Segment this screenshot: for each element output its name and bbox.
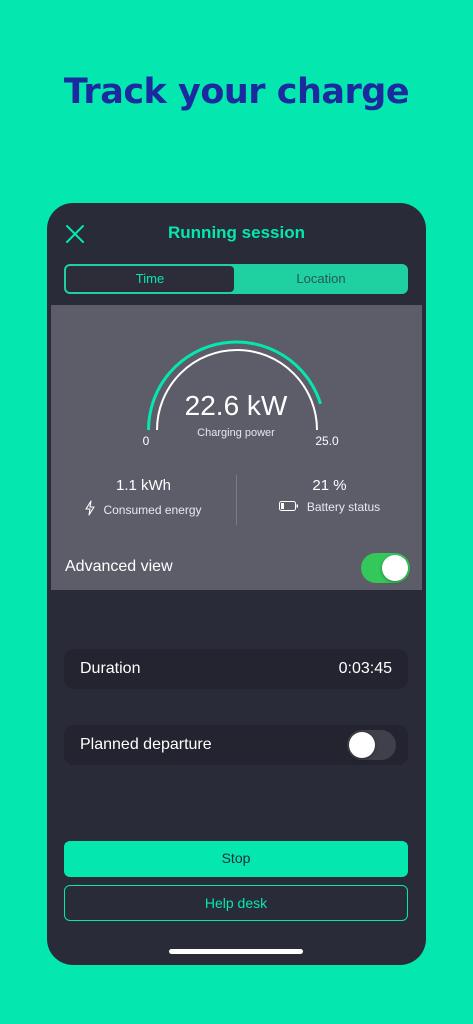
gauge-label: Charging power — [197, 427, 275, 439]
consumed-energy-value: 1.1 kWh — [115, 477, 172, 494]
consumed-energy-stat: 1.1 kWh Consumed energy — [51, 477, 236, 519]
bolt-icon — [85, 500, 96, 519]
duration-row: Duration 0:03:45 — [64, 649, 408, 689]
battery-status-label: Battery status — [306, 500, 381, 514]
consumed-energy-label: Consumed energy — [103, 502, 202, 517]
home-indicator — [169, 949, 303, 954]
tab-time[interactable]: Time — [66, 266, 234, 292]
advanced-view-label: Advanced view — [65, 558, 173, 575]
stop-button[interactable]: Stop — [64, 841, 408, 877]
planned-departure-label: Planned departure — [80, 736, 212, 753]
advanced-view-toggle[interactable] — [361, 553, 410, 583]
nav-bar: Running session — [47, 203, 426, 263]
phone-frame: Running session Time Location 22.6 kW Ch… — [47, 203, 426, 965]
page-headline: Track your charge — [63, 72, 410, 112]
charging-gauge: 22.6 kW Charging power 0 25.0 — [143, 340, 339, 448]
planned-departure-toggle[interactable] — [347, 730, 396, 760]
duration-label: Duration — [80, 660, 141, 677]
nav-title: Running session — [168, 223, 305, 242]
gauge-min-label: 0 — [143, 434, 150, 448]
battery-status-stat: 21 % Battery status — [237, 477, 422, 514]
help-desk-button[interactable]: Help desk — [64, 885, 408, 921]
gauge-value: 22.6 kW — [185, 390, 288, 421]
battery-icon — [278, 500, 299, 514]
duration-value: 0:03:45 — [338, 660, 392, 677]
charging-panel: 22.6 kW Charging power 0 25.0 1.1 kWh Co… — [51, 305, 422, 590]
gauge-max-label: 25.0 — [315, 434, 339, 448]
segmented-control: Time Location — [64, 264, 408, 294]
battery-status-value: 21 % — [312, 477, 347, 494]
close-icon[interactable] — [64, 223, 86, 245]
tab-location[interactable]: Location — [236, 266, 406, 292]
planned-departure-row: Planned departure — [64, 725, 408, 765]
